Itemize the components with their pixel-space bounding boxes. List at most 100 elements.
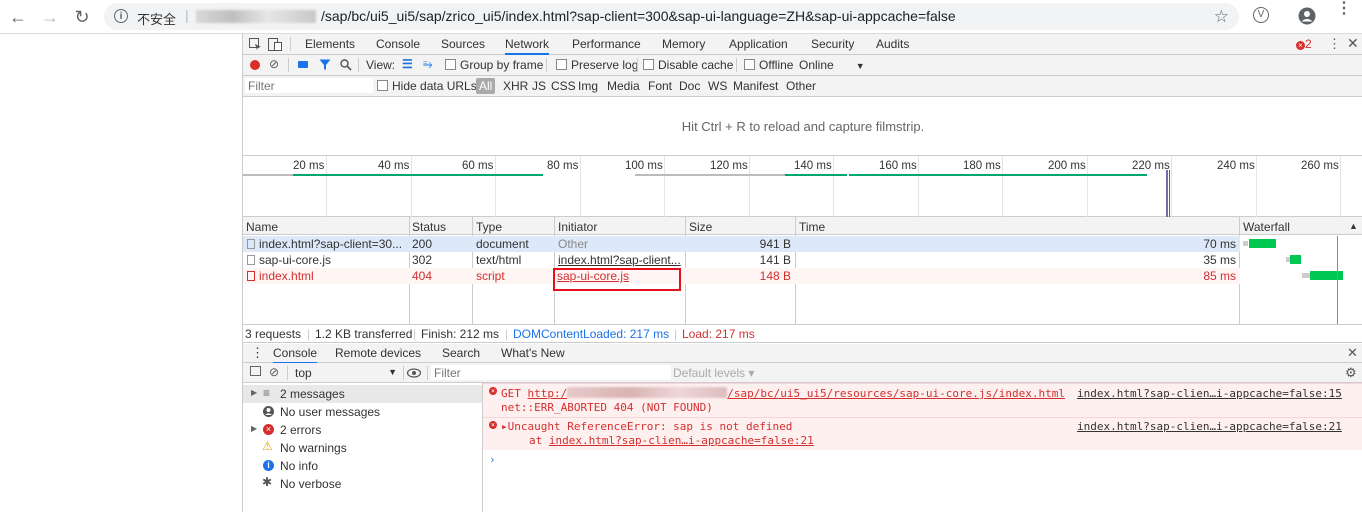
checkbox-box[interactable] (744, 59, 755, 70)
sidebar-item-warnings[interactable]: ⚠ No warnings (243, 439, 482, 457)
type-filter-other[interactable]: Other (786, 79, 816, 93)
type-filter-media[interactable]: Media (607, 79, 640, 93)
tab-network[interactable]: Network (505, 37, 550, 55)
drawer-menu-icon[interactable]: ⋮ (251, 345, 264, 361)
table-row[interactable]: sap-ui-core.js 302 text/html index.html?… (243, 252, 1240, 268)
star-icon[interactable]: ☆ (1214, 7, 1229, 27)
request-name-cell[interactable]: index.html (247, 269, 407, 283)
record-icon[interactable] (250, 60, 260, 70)
tab-audits[interactable]: Audits (876, 37, 909, 51)
expand-arrow-icon[interactable]: ▶ (251, 424, 257, 433)
tab-sources[interactable]: Sources (441, 37, 485, 51)
console-error-message[interactable]: × GET http:/ /sap/bc/ui5_ui5/resources/sa… (483, 383, 1362, 417)
console-filter-input[interactable] (431, 365, 671, 380)
devtools-menu-icon[interactable]: ⋮ (1328, 36, 1341, 52)
forward-arrow-icon[interactable]: → (39, 6, 61, 28)
inspect-element-icon[interactable] (249, 38, 262, 51)
type-filter-all[interactable]: All (476, 78, 496, 94)
clear-icon[interactable]: ⊘ (269, 57, 279, 71)
console-prompt-icon[interactable]: › (489, 453, 496, 466)
close-drawer-icon[interactable]: ✕ (1347, 345, 1358, 361)
sidebar-item-info[interactable]: i No info (243, 457, 482, 475)
filter-funnel-icon[interactable] (319, 59, 331, 71)
offline-checkbox[interactable]: Offline (744, 58, 793, 72)
tab-security[interactable]: Security (811, 37, 854, 51)
type-filter-xhr[interactable]: XHR (503, 79, 528, 93)
type-filter-js[interactable]: JS (532, 79, 546, 93)
error-counter[interactable]: × 2 (1296, 37, 1312, 51)
tab-console[interactable]: Console (376, 37, 420, 51)
sidebar-item-user-messages[interactable]: No user messages (243, 403, 482, 421)
url-text[interactable]: /sap/bc/ui5_ui5/sap/zrico_ui5/index.html… (321, 8, 956, 24)
sidebar-item-errors[interactable]: ▶ × 2 errors (243, 421, 482, 439)
type-filter-manifest[interactable]: Manifest (733, 79, 778, 93)
request-initiator-link[interactable]: index.html?sap-client... (558, 253, 683, 267)
sort-ascending-icon[interactable]: ▲ (1349, 221, 1358, 231)
clear-console-icon[interactable]: ⊘ (269, 365, 279, 379)
column-header-name[interactable]: Name (246, 220, 278, 234)
drawer-tab-whats-new[interactable]: What's New (501, 346, 565, 360)
disable-cache-checkbox[interactable]: Disable cache (643, 58, 733, 72)
menu-kebab-icon[interactable]: ⋮ (1336, 1, 1352, 17)
column-header-waterfall[interactable]: Waterfall (1243, 220, 1290, 234)
expand-arrow-icon[interactable]: ▶ (251, 388, 257, 397)
checkbox-box[interactable] (643, 59, 654, 70)
back-arrow-icon[interactable]: ← (7, 6, 29, 28)
info-icon[interactable]: i (114, 9, 128, 23)
eye-icon[interactable] (407, 368, 421, 378)
screenshot-camera-icon[interactable] (298, 61, 308, 68)
preserve-log-checkbox[interactable]: Preserve log (556, 58, 638, 72)
context-select[interactable]: top ▼ (295, 366, 397, 380)
column-header-initiator[interactable]: Initiator (558, 220, 597, 234)
type-filter-img[interactable]: Img (578, 79, 598, 93)
message-source-link[interactable]: index.html?sap-clien…i-appcache=false:21 (1077, 420, 1342, 433)
column-header-time[interactable]: Time (799, 220, 825, 234)
timeline-overview[interactable]: 20 ms 40 ms 60 ms 80 ms 100 ms 120 ms 14… (243, 156, 1362, 217)
large-rows-icon[interactable]: ☰ (402, 57, 413, 71)
close-devtools-icon[interactable]: ✕ (1347, 35, 1359, 52)
stack-trace-link[interactable]: index.html?sap-clien…i-appcache=false:21 (549, 434, 814, 447)
tab-performance[interactable]: Performance (572, 37, 641, 51)
drawer-tab-remote-devices[interactable]: Remote devices (335, 346, 421, 360)
throttling-select[interactable]: Online ▼ (799, 58, 865, 72)
type-filter-font[interactable]: Font (648, 79, 672, 93)
checkbox-box[interactable] (556, 59, 567, 70)
type-filter-ws[interactable]: WS (708, 79, 727, 93)
extension-v-icon[interactable]: V (1253, 7, 1269, 23)
group-by-frame-checkbox[interactable]: Group by frame (445, 58, 543, 72)
drawer-tab-search[interactable]: Search (442, 346, 480, 360)
message-url-start[interactable]: http:/ (528, 387, 568, 400)
message-url-end[interactable]: /sap/bc/ui5_ui5/resources/sap-ui-core.js… (727, 387, 1065, 400)
tab-memory[interactable]: Memory (662, 37, 705, 51)
sidebar-toggle-icon[interactable] (250, 366, 261, 376)
tab-elements[interactable]: Elements (305, 37, 355, 51)
reload-icon[interactable]: ↻ (71, 6, 93, 28)
profile-avatar-icon[interactable] (1298, 7, 1316, 25)
checkbox-box[interactable] (377, 80, 388, 91)
type-filter-doc[interactable]: Doc (679, 79, 700, 93)
table-row[interactable]: index.html?sap-client=30... 200 document… (243, 236, 1240, 252)
device-toolbar-icon[interactable] (268, 38, 282, 51)
hide-data-urls-checkbox[interactable]: Hide data URLs (377, 79, 477, 93)
sidebar-item-verbose[interactable]: ✱ No verbose (243, 475, 482, 493)
type-filter-css[interactable]: CSS (551, 79, 576, 93)
drawer-tab-console[interactable]: Console (273, 346, 318, 364)
column-header-status[interactable]: Status (412, 220, 446, 234)
filter-input[interactable] (245, 78, 373, 93)
console-error-message[interactable]: × ▸Uncaught ReferenceError: sap is not d… (483, 417, 1362, 450)
search-icon[interactable] (340, 59, 352, 71)
message-text[interactable]: ▸Uncaught ReferenceError: sap is not def… (501, 420, 792, 433)
address-bar[interactable]: i 不安全 | /sap/bc/ui5_ui5/sap/zrico_ui5/in… (104, 3, 1239, 30)
column-header-type[interactable]: Type (476, 220, 502, 234)
message-source-link[interactable]: index.html?sap-clien…i-appcache=false:15 (1077, 387, 1342, 400)
table-row-error[interactable]: index.html 404 script sap-ui-core.js 148… (243, 268, 1240, 284)
tab-application[interactable]: Application (729, 37, 788, 51)
request-name-cell[interactable]: sap-ui-core.js (247, 253, 407, 267)
sidebar-item-messages[interactable]: ▶ ≡ 2 messages (243, 385, 482, 403)
request-name-cell[interactable]: index.html?sap-client=30... (247, 237, 407, 251)
column-header-size[interactable]: Size (689, 220, 712, 234)
waterfall-overview-icon[interactable]: ⥱ (423, 57, 433, 72)
console-settings-gear-icon[interactable]: ⚙ (1345, 365, 1357, 381)
log-levels-select[interactable]: Default levels ▾ (673, 366, 754, 380)
checkbox-box[interactable] (445, 59, 456, 70)
